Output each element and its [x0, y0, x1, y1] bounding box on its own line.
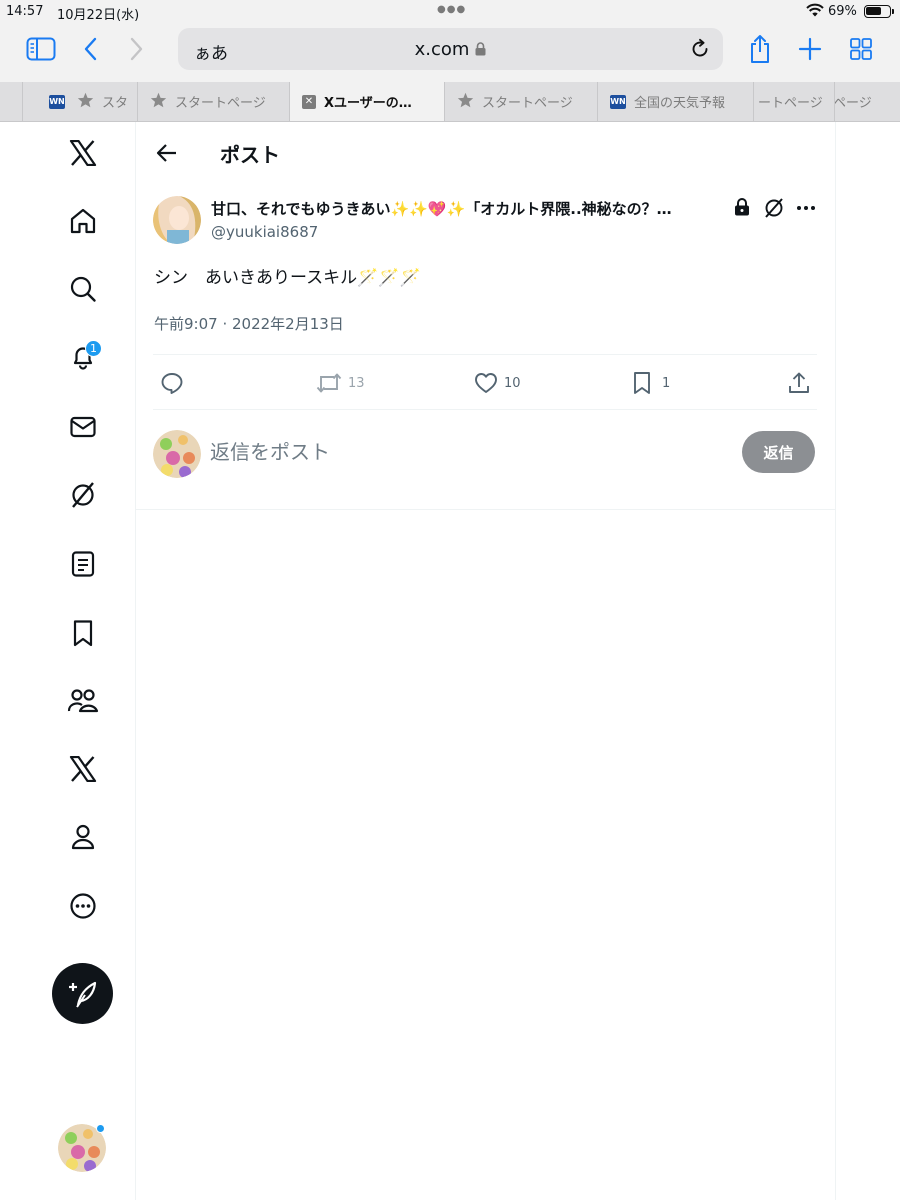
tab-label: スタートページ: [175, 96, 266, 111]
share-action[interactable]: [788, 368, 810, 398]
tab-label: ートページ: [758, 96, 823, 111]
status-time: 14:57: [6, 4, 44, 19]
author-handle[interactable]: @yuukiai8687: [211, 223, 318, 241]
wifi-icon: [806, 3, 824, 21]
reply-action[interactable]: [160, 368, 190, 398]
bell-icon[interactable]: 1: [58, 332, 108, 382]
star-icon: [457, 92, 474, 112]
repost-count: 13: [348, 375, 365, 391]
post-detail-column: ポスト 甘口、それでもゆうきあい✨✨💖✨「オカルト界隈..神秘なの？… @yuu…: [136, 122, 836, 510]
bookmark-icon[interactable]: [58, 608, 108, 658]
author-name[interactable]: 甘口、それでもゆうきあい✨✨💖✨「オカルト界隈..神秘なの？…: [211, 198, 731, 219]
tab-start-page-1[interactable]: WN スタ: [22, 82, 137, 121]
reply-button[interactable]: 返信: [742, 431, 815, 473]
tab-label: ページ: [834, 96, 872, 111]
repost-action[interactable]: 13: [316, 368, 365, 398]
star-icon: [77, 92, 94, 112]
share-icon[interactable]: [742, 34, 778, 64]
like-action[interactable]: 10: [474, 368, 521, 398]
tab-overview-icon[interactable]: [843, 34, 879, 64]
x-sidebar: 1: [0, 122, 136, 1200]
url-text[interactable]: x.com: [415, 39, 470, 60]
tab-x-active[interactable]: ✕ Xユーザーの…: [289, 82, 444, 121]
wn-icon: WN: [49, 94, 65, 109]
share-icon: [789, 372, 809, 393]
repost-icon: [316, 373, 342, 393]
bookmark-action[interactable]: 1: [632, 368, 670, 398]
post-more-icon[interactable]: [792, 197, 820, 219]
bookmark-count: 1: [662, 375, 671, 391]
communities-icon[interactable]: [58, 676, 108, 726]
search-icon[interactable]: [58, 264, 108, 314]
tab-label: スタ: [102, 96, 129, 111]
profile-icon[interactable]: [58, 812, 108, 862]
heart-icon: [475, 373, 497, 393]
tab-start-page-5[interactable]: ページ: [834, 82, 900, 121]
grok-analyze-icon[interactable]: [763, 197, 785, 223]
reply-icon: [161, 373, 183, 394]
premium-icon[interactable]: [58, 744, 108, 794]
reply-input[interactable]: [210, 434, 630, 470]
tab-start-page-4[interactable]: ートページ: [753, 82, 834, 121]
like-count: 10: [504, 375, 521, 391]
author-avatar[interactable]: [153, 196, 201, 244]
reload-icon[interactable]: [687, 36, 713, 62]
compose-post-button[interactable]: [52, 963, 113, 1024]
more-circle-icon[interactable]: [58, 881, 108, 931]
home-icon[interactable]: [58, 196, 108, 246]
battery-fill: [866, 7, 881, 15]
battery-percent: 69%: [828, 4, 857, 19]
page-title: ポスト: [220, 143, 280, 167]
notification-badge: 1: [85, 340, 102, 357]
battery-icon: [864, 5, 894, 18]
tab-label: Xユーザーの…: [324, 96, 412, 111]
mail-icon[interactable]: [58, 402, 108, 452]
x-tab-icon[interactable]: ✕: [302, 94, 316, 109]
account-status-dot: [96, 1124, 105, 1133]
post-timestamp[interactable]: 午前9:07 · 2022年2月13日: [154, 313, 344, 334]
grok-icon[interactable]: [58, 470, 108, 520]
tab-label: 全国の天気予報: [634, 96, 726, 111]
protected-lock-icon: [734, 198, 750, 220]
sidebar-toggle-icon[interactable]: [23, 34, 59, 64]
back-nav-icon[interactable]: [73, 34, 109, 64]
tab-start-page-2[interactable]: スタートページ: [137, 82, 289, 121]
feather-plus-icon: [68, 981, 96, 1008]
post-text: シン あいきありースキル🪄🪄🪄: [154, 268, 421, 288]
lists-icon[interactable]: [58, 539, 108, 589]
bookmark-icon: [634, 372, 650, 394]
tab-label: スタートページ: [482, 96, 573, 111]
x-logo-icon[interactable]: [58, 128, 108, 178]
wn-icon: WN: [610, 94, 626, 109]
star-icon: [150, 92, 167, 112]
lock-icon: [475, 42, 486, 56]
status-bar: 14:57 10月22日(水) ●●● 69%: [0, 0, 900, 24]
column-border: [835, 122, 836, 1200]
new-tab-icon[interactable]: [792, 34, 828, 64]
tab-bar: WN スタ スタートページ ✕ Xユーザーの… スタートページ WN 全国の天気…: [0, 82, 900, 122]
status-date: 10月22日(水): [57, 8, 140, 23]
address-bar[interactable]: ぁあ x.com: [178, 28, 723, 70]
multitasking-dots-icon[interactable]: ●●●: [437, 4, 466, 15]
tab-start-page-3[interactable]: スタートページ: [444, 82, 597, 121]
tab-weather[interactable]: WN 全国の天気予報: [597, 82, 753, 121]
reply-avatar: [153, 430, 201, 478]
browser-toolbar: ぁあ x.com: [0, 24, 900, 82]
forward-nav-icon[interactable]: [118, 34, 154, 64]
divider: [153, 354, 817, 355]
back-arrow-icon[interactable]: [150, 136, 184, 170]
divider: [153, 409, 817, 410]
